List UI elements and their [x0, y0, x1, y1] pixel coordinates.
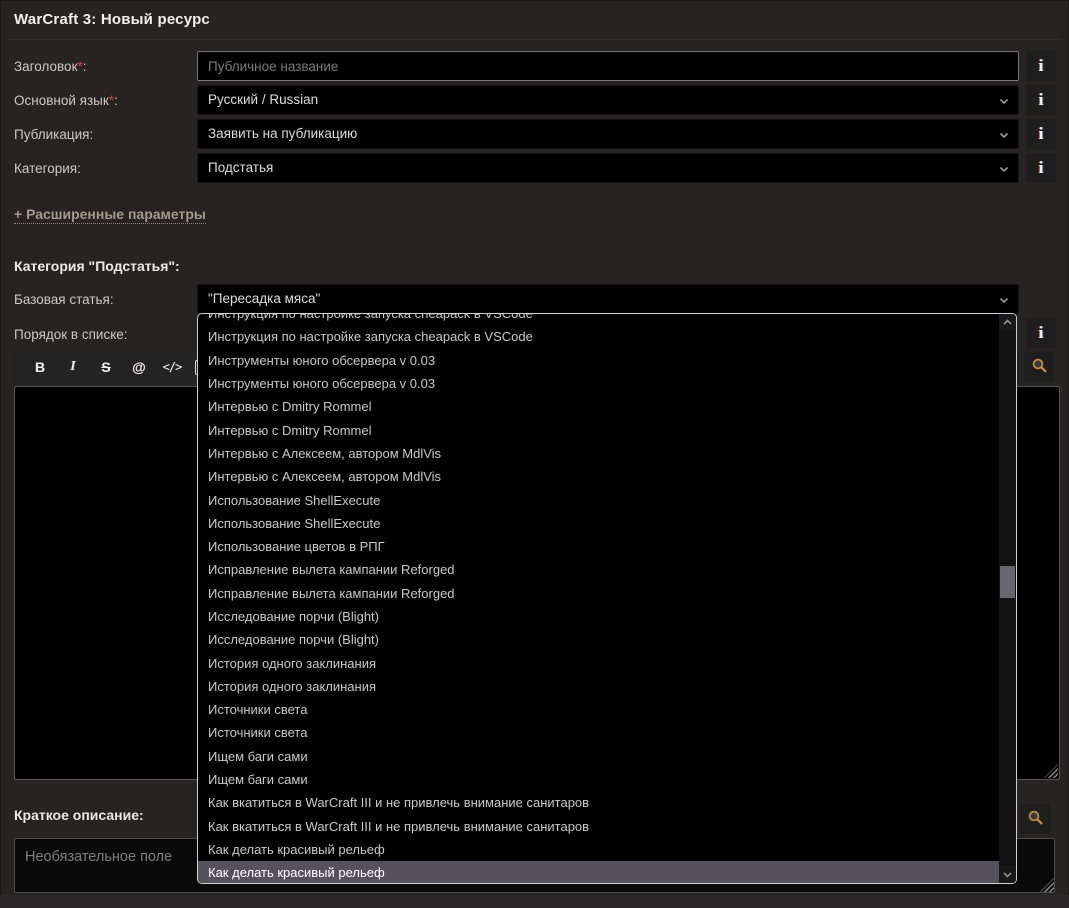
- scroll-up-button[interactable]: [999, 314, 1016, 331]
- category-info-button[interactable]: i: [1026, 153, 1056, 183]
- subcategory-header: Категория "Подстатья":: [14, 258, 180, 274]
- dropdown-option[interactable]: Использование ShellExecute: [198, 488, 999, 511]
- strikethrough-button[interactable]: S: [96, 359, 116, 375]
- category-select[interactable]: Подстатья: [197, 153, 1019, 183]
- dropdown-option[interactable]: Как делать красивый рельеф: [198, 861, 999, 883]
- publication-select[interactable]: Заявить на публикацию: [197, 119, 1019, 149]
- info-icon: i: [1038, 124, 1044, 143]
- dropdown-option[interactable]: Ищем баги сами: [198, 745, 999, 768]
- dropdown-option[interactable]: История одного заклинания: [198, 675, 999, 698]
- language-info-button[interactable]: i: [1026, 85, 1056, 115]
- language-field-label: Основной язык*:: [14, 93, 118, 108]
- scroll-down-button[interactable]: [999, 866, 1016, 883]
- page-title: WarCraft 3: Новый ресурс: [14, 11, 210, 28]
- dropdown-option[interactable]: Использование цветов в РПГ: [198, 535, 999, 558]
- dropdown-option[interactable]: Исправление вылета кампании Reforged: [198, 558, 999, 581]
- new-resource-form: WarCraft 3: Новый ресурс Заголовок*: i О…: [0, 0, 1069, 908]
- dropdown-list: Инструкция по настройке запуска cheapack…: [198, 314, 999, 883]
- base-article-label: Базовая статья:: [14, 292, 114, 307]
- dropdown-option[interactable]: Как вкатиться в WarCraft III и не привле…: [198, 815, 999, 838]
- dropdown-option[interactable]: Инструкция по настройке запуска cheapack…: [198, 325, 999, 348]
- bold-button[interactable]: B: [30, 359, 50, 375]
- dropdown-option[interactable]: Инструменты юного обсервера v 0.03: [198, 349, 999, 372]
- link-icon[interactable]: @: [129, 359, 149, 375]
- category-field-label: Категория:: [14, 161, 81, 176]
- publication-field-label: Публикация:: [14, 127, 94, 142]
- footer-strip: [0, 895, 1069, 908]
- title-info-button[interactable]: i: [1026, 51, 1056, 81]
- dropdown-option[interactable]: Исследование порчи (Blight): [198, 628, 999, 651]
- dropdown-scrollbar[interactable]: [999, 314, 1016, 883]
- advanced-params-link[interactable]: + Расширенные параметры: [14, 206, 206, 224]
- dropdown-option[interactable]: Исследование порчи (Blight): [198, 605, 999, 628]
- dropdown-option[interactable]: Источники света: [198, 698, 999, 721]
- italic-button[interactable]: I: [63, 359, 83, 375]
- chevron-down-icon: [998, 163, 1010, 175]
- title-field-label: Заголовок*:: [14, 59, 87, 74]
- search-icon: [1027, 809, 1044, 829]
- dropdown-option[interactable]: Интервью с Dmitry Rommel: [198, 418, 999, 441]
- dropdown-option[interactable]: Ищем баги сами: [198, 768, 999, 791]
- short-description-label: Краткое описание:: [14, 807, 144, 823]
- dropdown-option[interactable]: Источники света: [198, 721, 999, 744]
- scrollbar-thumb[interactable]: [1000, 566, 1015, 598]
- editor-search-button[interactable]: [1024, 352, 1054, 382]
- code-icon[interactable]: </>: [162, 360, 183, 374]
- dropdown-option[interactable]: Инструменты юного обсервера v 0.03: [198, 372, 999, 395]
- title-input[interactable]: [197, 51, 1019, 81]
- info-icon: i: [1038, 323, 1044, 342]
- dropdown-option[interactable]: Инструкция по настройке запуска cheapack…: [198, 314, 999, 325]
- title-divider: [8, 39, 1061, 40]
- list-order-info-button[interactable]: i: [1026, 318, 1056, 348]
- dropdown-option[interactable]: Интервью с Dmitry Rommel: [198, 395, 999, 418]
- base-article-dropdown: Инструкция по настройке запуска cheapack…: [197, 313, 1017, 884]
- dropdown-option[interactable]: Интервью с Алексеем, автором MdlVis: [198, 442, 999, 465]
- dropdown-option[interactable]: Интервью с Алексеем, автором MdlVis: [198, 465, 999, 488]
- chevron-down-icon: [998, 294, 1010, 306]
- language-select[interactable]: Русский / Russian: [197, 85, 1019, 115]
- dropdown-option[interactable]: Как делать красивый рельеф: [198, 838, 999, 861]
- chevron-down-icon: [998, 95, 1010, 107]
- publication-info-button[interactable]: i: [1026, 119, 1056, 149]
- list-order-label: Порядок в списке:: [14, 327, 128, 342]
- chevron-down-icon: [998, 129, 1010, 141]
- search-icon: [1031, 357, 1048, 377]
- short-description-search-button[interactable]: [1020, 804, 1050, 834]
- dropdown-option[interactable]: Как вкатиться в WarCraft III и не привле…: [198, 791, 999, 814]
- dropdown-option[interactable]: История одного заклинания: [198, 651, 999, 674]
- info-icon: i: [1038, 56, 1044, 75]
- dropdown-option[interactable]: Использование ShellExecute: [198, 512, 999, 535]
- info-icon: i: [1038, 90, 1044, 109]
- base-article-select[interactable]: "Пересадка мяса": [197, 284, 1019, 314]
- info-icon: i: [1038, 158, 1044, 177]
- dropdown-option[interactable]: Исправление вылета кампании Reforged: [198, 582, 999, 605]
